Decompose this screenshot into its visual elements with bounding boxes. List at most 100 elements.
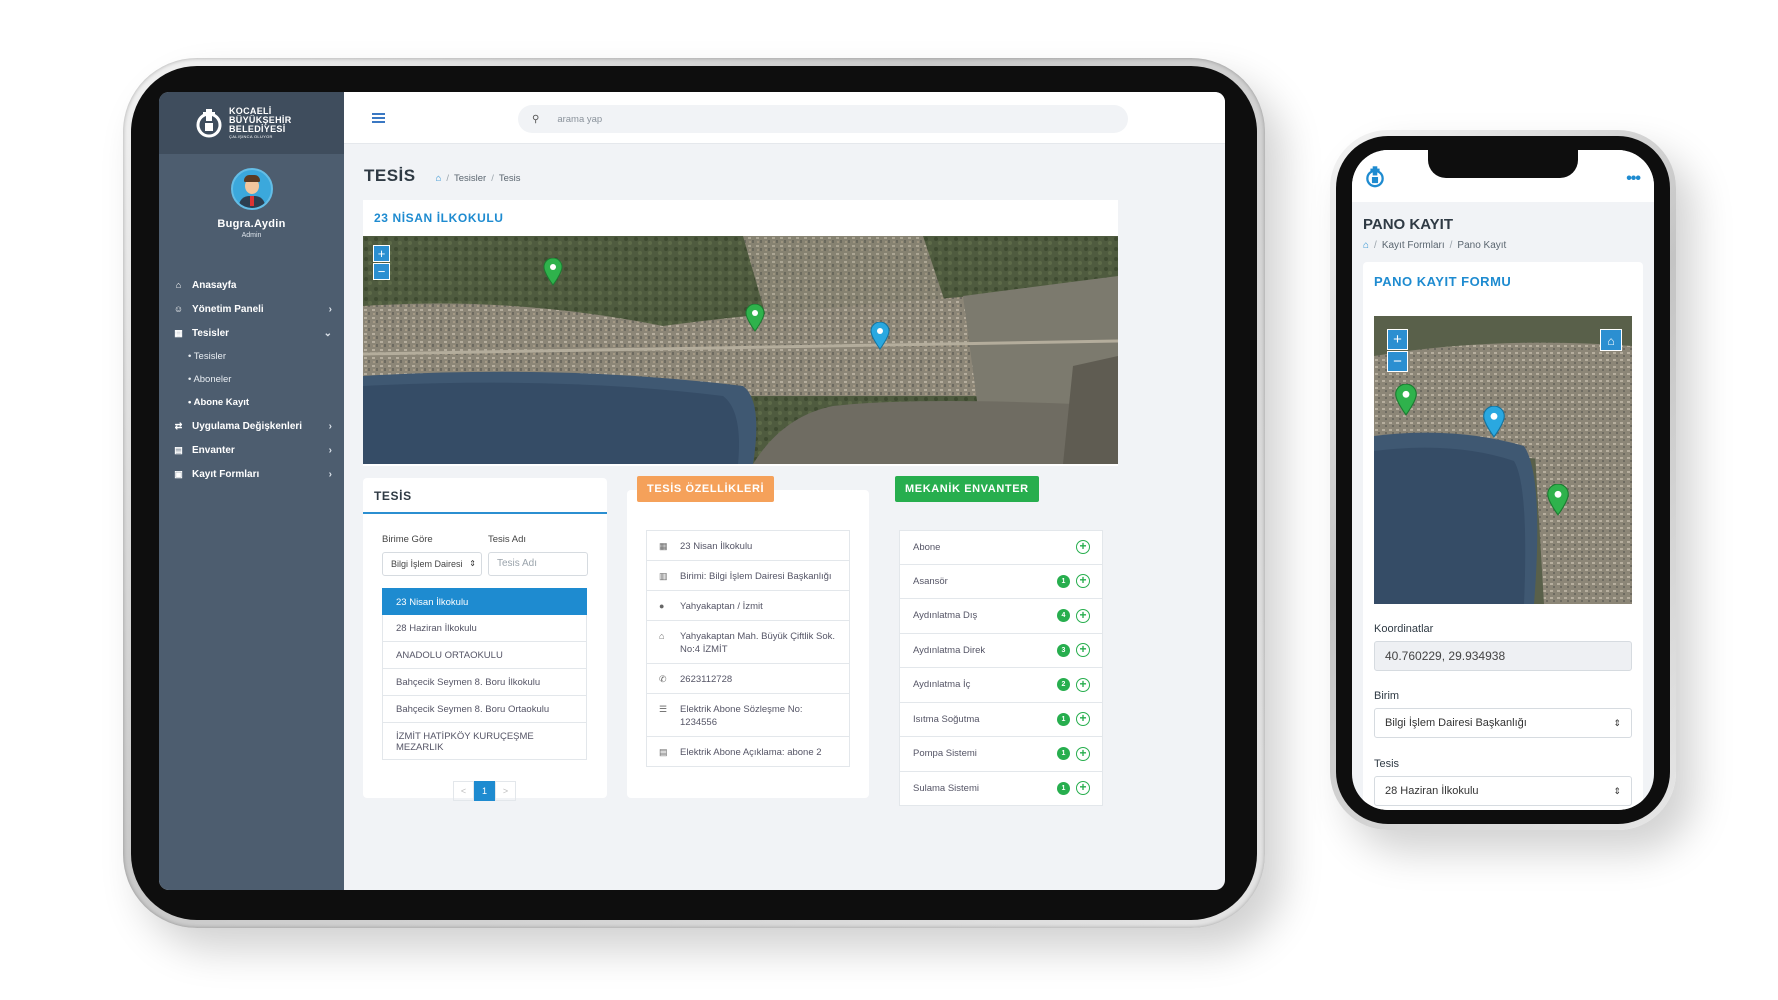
sidebar-item-envanter[interactable]: ▤ Envanter › bbox=[173, 438, 332, 462]
tesis-list: 23 Nisan İlkokulu 28 Haziran İlkokulu AN… bbox=[382, 588, 587, 760]
list-item: Aydınlatma Dış 4 + bbox=[899, 599, 1103, 634]
zoom-in-button[interactable]: + bbox=[1387, 329, 1408, 350]
list-item[interactable]: İZMİT HATİPKÖY KURUÇEŞME MEZARLIK bbox=[382, 723, 587, 760]
add-circle-icon[interactable]: + bbox=[1076, 746, 1090, 761]
zoom-out-button[interactable]: − bbox=[1387, 351, 1408, 372]
list-item: Abone + bbox=[899, 530, 1103, 565]
list-item: ⌂ Yahyakaptan Mah. Büyük Çiftlik Sok. No:… bbox=[646, 621, 850, 664]
map-marker-blue-icon[interactable] bbox=[1482, 406, 1506, 438]
mekanik-label: Aydınlatma Direk bbox=[913, 644, 986, 656]
list-item: Isıtma Soğutma 1 + bbox=[899, 702, 1103, 737]
avatar[interactable] bbox=[230, 168, 273, 210]
more-dots-icon[interactable]: ••• bbox=[1626, 170, 1641, 188]
list-item: Aydınlatma İç 2 + bbox=[899, 668, 1103, 703]
breadcrumb-item[interactable]: Tesisler bbox=[454, 173, 486, 184]
satellite-map[interactable]: + − ⌂ bbox=[1374, 316, 1632, 604]
coord-field[interactable]: 40.760229, 29.934938 bbox=[1374, 641, 1632, 671]
sidebar-item-uygulama-degiskenleri[interactable]: ⇄ Uygulama Değişkenleri › bbox=[173, 414, 332, 438]
add-circle-icon[interactable]: + bbox=[1076, 712, 1090, 727]
birim-select-value: Bilgi İşlem Dairesi bbox=[391, 559, 463, 569]
map-marker-blue-icon[interactable] bbox=[870, 322, 890, 350]
mekanik-label: Isıtma Soğutma bbox=[913, 713, 980, 725]
home-icon[interactable]: ⌂ bbox=[436, 173, 442, 184]
list-item[interactable]: 28 Haziran İlkokulu bbox=[382, 615, 587, 642]
sidebar-subitem-aboneler[interactable]: • Aboneler bbox=[173, 368, 332, 391]
birim-select[interactable]: Bilgi İşlem Dairesi Başkanlığı ⇕ bbox=[1374, 708, 1632, 738]
count-badge: 1 bbox=[1057, 574, 1070, 588]
home-icon[interactable]: ⌂ bbox=[1363, 240, 1369, 251]
list-item: Asansör 1 + bbox=[899, 564, 1103, 599]
add-circle-icon[interactable]: + bbox=[1076, 608, 1090, 623]
pagination-prev[interactable]: < bbox=[453, 781, 474, 801]
chevron-down-icon: ⌄ bbox=[323, 327, 332, 339]
user-role: Admin bbox=[241, 232, 262, 239]
map-marker-green-icon[interactable] bbox=[1546, 484, 1570, 516]
inventory-icon: ▤ bbox=[174, 444, 183, 455]
sidebar-subitem-tesisler[interactable]: • Tesisler bbox=[173, 345, 332, 368]
ozellik-text: 2623112728 bbox=[680, 674, 733, 685]
list-item[interactable]: Bahçecik Seymen 8. Boru Ortaokulu bbox=[382, 696, 587, 723]
count-badge: 1 bbox=[1057, 712, 1070, 726]
satellite-map-image bbox=[363, 236, 1118, 464]
menu-toggle-icon[interactable] bbox=[372, 113, 385, 125]
phone-screen: ••• PANO KAYIT ⌂ / Kayıt Formları / Pano Kay… bbox=[1352, 150, 1654, 810]
breadcrumb: ⌂ / Tesisler / Tesis bbox=[435, 173, 521, 184]
sidebar-item-kayit-formlari[interactable]: ▣ Kayıt Formları › bbox=[173, 462, 332, 486]
zoom-in-button[interactable]: + bbox=[373, 245, 390, 262]
search-input[interactable]: ⚲ arama yap bbox=[518, 105, 1128, 133]
list-item[interactable]: 23 Nisan İlkokulu bbox=[382, 588, 587, 615]
birim-label: Birim bbox=[1374, 690, 1400, 702]
municipality-logo-icon[interactable] bbox=[1364, 164, 1386, 190]
mekanik-label: Aydınlatma Dış bbox=[913, 610, 978, 622]
pagination-page[interactable]: 1 bbox=[474, 781, 495, 801]
pagination-next[interactable]: > bbox=[495, 781, 516, 801]
brand-line-3: BELEDİYESİ bbox=[229, 123, 286, 134]
form-icon: ▣ bbox=[174, 468, 183, 479]
tesis-adi-input[interactable]: Tesis Adı bbox=[488, 552, 588, 576]
office-icon: ▥ bbox=[659, 571, 668, 581]
home-icon: ⌂ bbox=[175, 280, 182, 290]
list-item[interactable]: Bahçecik Seymen 8. Boru İlkokulu bbox=[382, 669, 587, 696]
map-card: 23 NİSAN İLKOKULU + − bbox=[363, 200, 1118, 466]
brand-logo[interactable]: KOCAELİ BÜYÜKŞEHİR BELEDİYESİ ÇALIŞINCA … bbox=[159, 92, 344, 154]
count-badge: 4 bbox=[1057, 609, 1070, 623]
filter-label-tesis-adi: Tesis Adı bbox=[488, 534, 527, 545]
sidebar-subitem-abone-kayit[interactable]: • Abone Kayıt bbox=[173, 391, 332, 414]
breadcrumb-item: Pano Kayıt bbox=[1457, 240, 1507, 251]
list-item[interactable]: ANADOLU ORTAOKULU bbox=[382, 642, 587, 669]
add-circle-icon[interactable]: + bbox=[1076, 781, 1090, 796]
brand-text: KOCAELİ BÜYÜKŞEHİR BELEDİYESİ ÇALIŞINCA … bbox=[229, 106, 292, 140]
search-placeholder: arama yap bbox=[557, 113, 603, 125]
building-icon: ▦ bbox=[174, 327, 183, 338]
add-circle-icon[interactable]: + bbox=[1076, 677, 1090, 692]
sidebar-item-label: Yönetim Paneli bbox=[192, 303, 264, 315]
sidebar-item-tesisler[interactable]: ▦ Tesisler ⌄ bbox=[173, 321, 332, 345]
list-item: Sulama Sistemi 1 + bbox=[899, 771, 1103, 806]
map-marker-green-icon[interactable] bbox=[745, 304, 765, 332]
breadcrumb-item[interactable]: Kayıt Formları bbox=[1382, 240, 1445, 251]
count-badge: 2 bbox=[1057, 678, 1070, 692]
ozellik-text: Elektrik Abone Sözleşme No: 1234556 bbox=[680, 704, 803, 728]
users-icon: ☺ bbox=[173, 304, 184, 314]
add-circle-icon[interactable]: + bbox=[1076, 540, 1090, 555]
count-badge: 1 bbox=[1057, 747, 1070, 761]
map-marker-green-icon[interactable] bbox=[543, 258, 563, 286]
tablet-screen: KOCAELİ BÜYÜKŞEHİR BELEDİYESİ ÇALIŞINCA … bbox=[159, 92, 1225, 890]
tesis-card: TESİS Birime Göre Tesis Adı Bilgi İşlem … bbox=[363, 478, 607, 801]
add-circle-icon[interactable]: + bbox=[1076, 574, 1090, 589]
breadcrumb-item: Tesis bbox=[498, 173, 521, 184]
search-icon: ⚲ bbox=[532, 113, 540, 125]
tesis-card-title: TESİS bbox=[363, 478, 607, 514]
tesis-select[interactable]: 28 Haziran İlkokulu ⇕ bbox=[1374, 776, 1632, 806]
map-home-icon[interactable]: ⌂ bbox=[1600, 329, 1622, 351]
birim-select[interactable]: Bilgi İşlem Dairesi ⇕ bbox=[382, 552, 482, 576]
map-marker-green-icon[interactable] bbox=[1394, 384, 1418, 416]
sidebar-item-anasayfa[interactable]: ⌂ Anasayfa bbox=[173, 273, 332, 297]
add-circle-icon[interactable]: + bbox=[1076, 643, 1090, 658]
count-badge: 3 bbox=[1057, 643, 1070, 657]
building-icon: ▦ bbox=[659, 541, 668, 551]
satellite-map[interactable]: + − bbox=[363, 236, 1118, 464]
sidebar-item-yonetim-paneli[interactable]: ☺ Yönetim Paneli › bbox=[173, 297, 332, 321]
zoom-out-button[interactable]: − bbox=[373, 263, 390, 280]
mockup-stage: KOCAELİ BÜYÜKŞEHİR BELEDİYESİ ÇALIŞINCA … bbox=[0, 0, 1778, 1000]
